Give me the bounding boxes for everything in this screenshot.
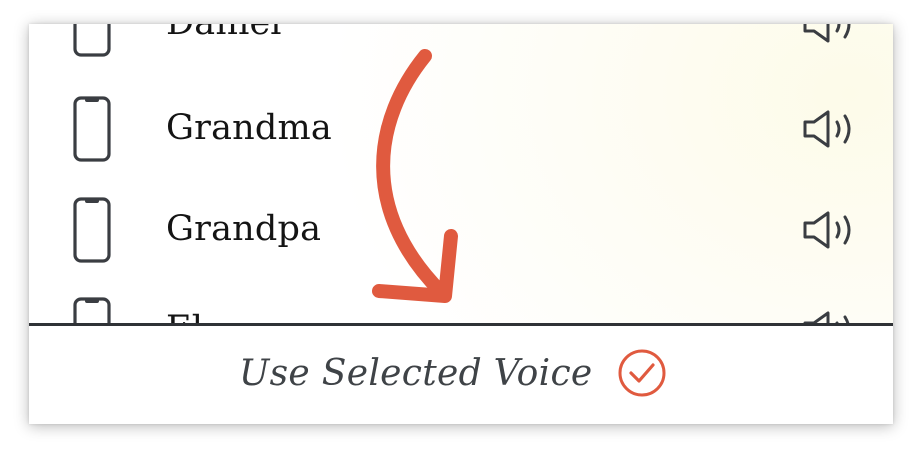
phone-icon (73, 96, 111, 162)
voice-name: El... (166, 306, 237, 324)
voice-row-grandma[interactable]: Grandma (29, 79, 893, 179)
voice-row-grandpa[interactable]: Grandpa (29, 180, 893, 280)
use-selected-voice-button[interactable]: Use Selected Voice (239, 343, 689, 403)
voice-row-el[interactable]: El... (29, 280, 893, 324)
speaker-icon[interactable] (801, 109, 857, 149)
speaker-icon[interactable] (801, 24, 857, 44)
voice-picker-panel: Daniel Grandma Grand (29, 24, 893, 424)
voice-name: Grandpa (166, 209, 322, 249)
voice-name: Grandma (166, 108, 332, 148)
footer-bar: Use Selected Voice (29, 326, 893, 424)
speaker-icon[interactable] (801, 310, 857, 324)
phone-icon (73, 24, 111, 57)
voice-list[interactable]: Daniel Grandma Grand (29, 24, 893, 324)
speaker-icon[interactable] (801, 210, 857, 250)
phone-icon (73, 297, 111, 324)
phone-icon (73, 197, 111, 263)
voice-name: Daniel (166, 24, 282, 46)
voice-row-daniel[interactable]: Daniel (29, 24, 893, 74)
check-circle-icon (618, 349, 666, 397)
use-selected-voice-label: Use Selected Voice (239, 352, 593, 394)
